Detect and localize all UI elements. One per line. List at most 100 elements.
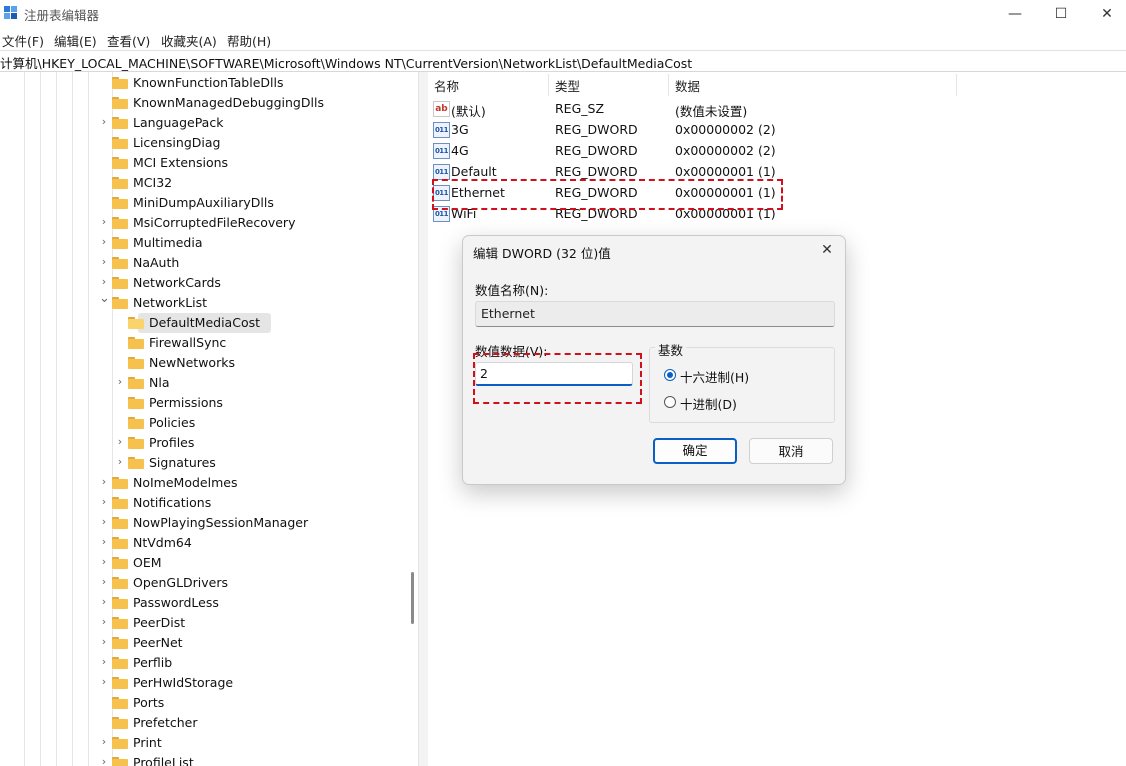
tree-item[interactable]: › NowPlayingSessionManager <box>0 513 418 533</box>
tree-item[interactable]: › Print <box>0 733 418 753</box>
column-separator[interactable] <box>956 74 957 96</box>
tree-item[interactable]: KnownFunctionTableDlls <box>0 73 418 93</box>
tree-item-label: ProfileList <box>133 755 194 766</box>
chevron-right-icon[interactable]: › <box>99 756 109 766</box>
chevron-right-icon[interactable]: › <box>99 616 109 628</box>
tree-item[interactable]: › PeerNet <box>0 633 418 653</box>
close-window-button[interactable]: ✕ <box>1092 4 1122 24</box>
radio-decimal-label[interactable]: 十进制(D) <box>680 394 737 413</box>
tree-item-label: MCI Extensions <box>133 155 229 170</box>
chevron-right-icon[interactable]: › <box>115 376 125 388</box>
tree-item[interactable]: KnownManagedDebuggingDlls <box>0 93 418 113</box>
chevron-right-icon[interactable]: › <box>99 596 109 608</box>
tree-item[interactable]: MCI32 <box>0 173 418 193</box>
tree-item[interactable]: DefaultMediaCost <box>0 313 418 333</box>
address-bar[interactable]: 计算机\HKEY_LOCAL_MACHINE\SOFTWARE\Microsof… <box>0 50 1126 72</box>
tree-item[interactable]: › NetworkCards <box>0 273 418 293</box>
value-row[interactable]: 011 4G REG_DWORD 0x00000002 (2) <box>428 140 1126 161</box>
address-path: 计算机\HKEY_LOCAL_MACHINE\SOFTWARE\Microsof… <box>0 56 693 71</box>
chevron-right-icon[interactable]: › <box>99 236 109 248</box>
tree-item[interactable]: › Profiles <box>0 433 418 453</box>
column-separator[interactable] <box>668 74 669 96</box>
radio-hex[interactable] <box>664 369 676 381</box>
tree-item[interactable]: FirewallSync <box>0 333 418 353</box>
folder-icon <box>112 637 128 649</box>
tree-item[interactable]: LicensingDiag <box>0 133 418 153</box>
cancel-button[interactable]: 取消 <box>749 438 833 464</box>
value-row[interactable]: 011 Default REG_DWORD 0x00000001 (1) <box>428 161 1126 182</box>
folder-icon <box>112 737 128 749</box>
tree-item[interactable]: Policies <box>0 413 418 433</box>
tree-item[interactable]: › MsiCorruptedFileRecovery <box>0 213 418 233</box>
tree-item[interactable]: Ports <box>0 693 418 713</box>
tree-item[interactable]: MiniDumpAuxiliaryDlls <box>0 193 418 213</box>
tree-item[interactable]: › Notifications <box>0 493 418 513</box>
value-row[interactable]: 011 3G REG_DWORD 0x00000002 (2) <box>428 119 1126 140</box>
tree-item[interactable]: ⌄ NetworkList <box>0 292 418 313</box>
menu-view[interactable]: 查看(V) <box>107 31 150 50</box>
tree-item[interactable]: › ProfileList <box>0 753 418 766</box>
menu-file[interactable]: 文件(F) <box>2 31 44 50</box>
chevron-right-icon[interactable]: › <box>99 256 109 268</box>
tree-item[interactable]: › NtVdm64 <box>0 533 418 553</box>
chevron-right-icon[interactable]: › <box>99 516 109 528</box>
chevron-down-icon[interactable]: ⌄ <box>99 292 110 305</box>
maximize-button[interactable]: ☐ <box>1046 4 1076 24</box>
registry-tree[interactable]: KnownFunctionTableDlls KnownManagedDebugg… <box>0 72 418 766</box>
chevron-right-icon[interactable]: › <box>99 556 109 568</box>
minimize-button[interactable]: — <box>1000 4 1030 24</box>
tree-item[interactable]: Permissions <box>0 393 418 413</box>
column-header-type[interactable]: 类型 <box>555 76 580 95</box>
chevron-right-icon[interactable]: › <box>99 736 109 748</box>
chevron-right-icon[interactable]: › <box>99 656 109 668</box>
value-row[interactable]: 011 WiFi REG_DWORD 0x00000001 (1) <box>428 203 1126 224</box>
menu-edit[interactable]: 编辑(E) <box>54 31 97 50</box>
tree-item[interactable]: › NaAuth <box>0 253 418 273</box>
column-header-data[interactable]: 数据 <box>675 76 700 95</box>
folder-icon <box>112 717 128 729</box>
tree-item-label: NowPlayingSessionManager <box>133 515 309 530</box>
tree-item[interactable]: › Nla <box>0 373 418 393</box>
tree-item[interactable]: MCI Extensions <box>0 153 418 173</box>
tree-item[interactable]: › NoImeModelmes <box>0 473 418 493</box>
dialog-close-icon[interactable]: ✕ <box>817 240 837 260</box>
tree-item[interactable]: › Multimedia <box>0 233 418 253</box>
tree-item[interactable]: › OEM <box>0 553 418 573</box>
column-header-name[interactable]: 名称 <box>434 76 459 95</box>
menu-favorites[interactable]: 收藏夹(A) <box>161 31 217 50</box>
string-value-icon: ab <box>433 101 450 117</box>
tree-item-label: NewNetworks <box>149 355 235 370</box>
chevron-right-icon[interactable]: › <box>99 536 109 548</box>
chevron-right-icon[interactable]: › <box>115 456 125 468</box>
chevron-right-icon[interactable]: › <box>99 636 109 648</box>
ok-button[interactable]: 确定 <box>653 438 737 464</box>
tree-item[interactable]: › PasswordLess <box>0 593 418 613</box>
value-data-label: 数值数据(V): <box>475 344 548 359</box>
tree-scrollbar-thumb[interactable] <box>411 572 414 624</box>
tree-item[interactable]: › OpenGLDrivers <box>0 573 418 593</box>
chevron-right-icon[interactable]: › <box>99 116 109 128</box>
chevron-right-icon[interactable]: › <box>99 476 109 488</box>
tree-item[interactable]: NewNetworks <box>0 353 418 373</box>
radio-hex-label[interactable]: 十六进制(H) <box>680 367 749 386</box>
chevron-right-icon[interactable]: › <box>99 276 109 288</box>
chevron-right-icon[interactable]: › <box>115 436 125 448</box>
column-separator[interactable] <box>548 74 549 96</box>
radio-decimal[interactable] <box>664 396 676 408</box>
tree-item[interactable]: › Perflib <box>0 653 418 673</box>
chevron-right-icon[interactable]: › <box>99 496 109 508</box>
value-row[interactable]: ab (默认) REG_SZ (数值未设置) <box>428 98 1126 119</box>
value-row[interactable]: 011 Ethernet REG_DWORD 0x00000001 (1) <box>428 182 1126 203</box>
chevron-right-icon[interactable]: › <box>99 216 109 228</box>
folder-icon <box>112 97 128 109</box>
menu-help[interactable]: 帮助(H) <box>227 31 271 50</box>
tree-item[interactable]: › PeerDist <box>0 613 418 633</box>
chevron-right-icon[interactable]: › <box>99 576 109 588</box>
tree-item[interactable]: › LanguagePack <box>0 113 418 133</box>
tree-item[interactable]: › Signatures <box>0 453 418 473</box>
chevron-right-icon[interactable]: › <box>99 676 109 688</box>
value-data-input[interactable] <box>475 362 633 386</box>
base-label: 基数 <box>655 340 687 359</box>
tree-item[interactable]: › PerHwIdStorage <box>0 673 418 693</box>
tree-item[interactable]: Prefetcher <box>0 713 418 733</box>
